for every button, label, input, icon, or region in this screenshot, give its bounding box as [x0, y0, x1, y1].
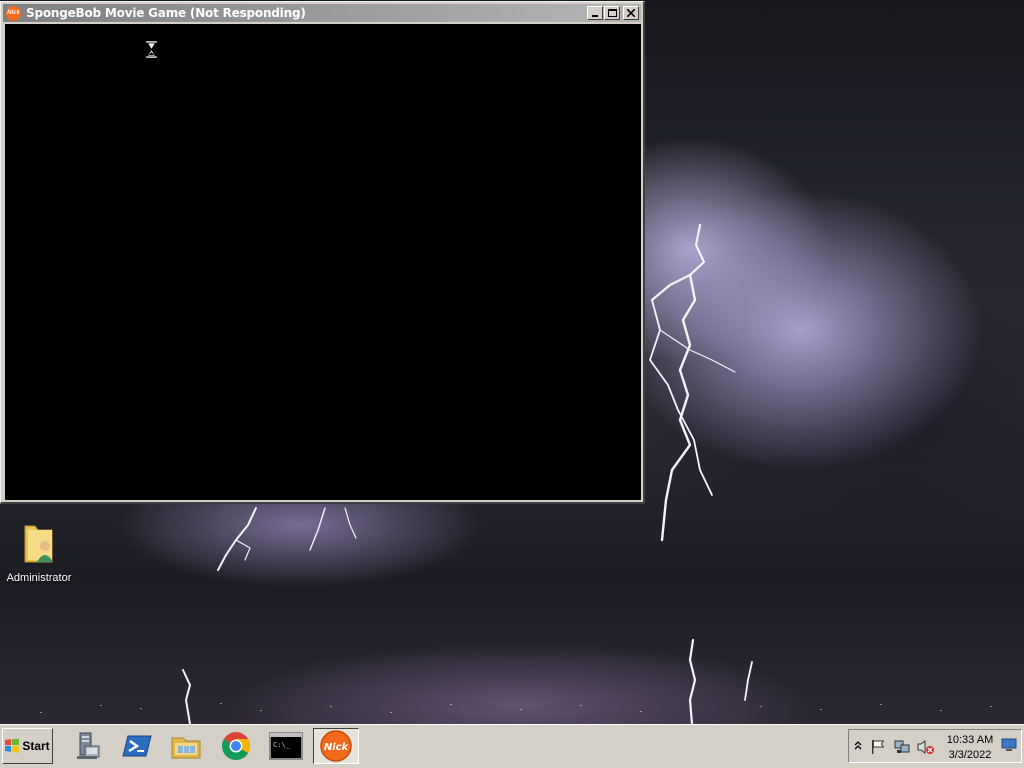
system-tray: 10:33 AM 3/3/2022: [848, 729, 1022, 763]
start-button[interactable]: Start: [2, 728, 53, 764]
cmd-glyph: C:\_: [273, 741, 291, 749]
minimize-button[interactable]: [587, 6, 603, 20]
chrome-icon: [222, 732, 250, 760]
taskbar-command-prompt[interactable]: C:\_: [263, 728, 309, 764]
minimize-icon: [592, 15, 598, 17]
desktop-icon-label: Administrator: [6, 572, 72, 584]
window-title: SpongeBob Movie Game (Not Responding): [26, 6, 306, 20]
clock-date: 3/3/2022: [948, 749, 992, 761]
taskbar-server-manager[interactable]: [64, 728, 110, 764]
hourglass-cursor-icon: [146, 41, 157, 58]
taskbar-spongebob-game[interactable]: Nick: [313, 728, 359, 764]
game-viewport[interactable]: [5, 24, 641, 500]
taskbar-chrome[interactable]: [213, 728, 259, 764]
maximize-icon: [607, 9, 617, 17]
windows-logo-icon: [5, 739, 20, 753]
clock[interactable]: 10:33 AM 3/3/2022: [945, 733, 995, 763]
window-title-bar[interactable]: Nick SpongeBob Movie Game (Not Respondin…: [3, 4, 641, 22]
taskbar-powershell[interactable]: [114, 728, 160, 764]
volume-muted-icon[interactable]: [917, 739, 935, 755]
show-desktop-icon[interactable]: [1001, 738, 1017, 752]
user-folder-icon: [24, 525, 53, 563]
folder-icon: [171, 737, 201, 759]
network-icon[interactable]: [894, 739, 910, 755]
taskbar: Start C:\_ Nick 10:33 AM 3/3/2022: [0, 724, 1024, 768]
clock-time: 10:33 AM: [946, 734, 994, 746]
server-manager-icon: [77, 732, 100, 759]
cmd-icon: C:\_: [269, 732, 303, 760]
show-hidden-icons-icon[interactable]: [853, 739, 863, 751]
desktop-icon-administrator[interactable]: Administrator: [4, 520, 74, 584]
taskbar-file-explorer[interactable]: [163, 728, 209, 764]
close-button[interactable]: [623, 6, 639, 20]
start-label: Start: [22, 739, 50, 753]
nick-logo-icon: Nick: [6, 5, 21, 21]
close-icon: [627, 9, 635, 17]
action-center-flag-icon[interactable]: [870, 739, 886, 755]
nick-icon: Nick: [320, 730, 352, 762]
nick-icon-text: Nick: [324, 742, 350, 753]
powershell-icon: [122, 735, 152, 757]
maximize-button[interactable]: [604, 6, 620, 20]
app-window[interactable]: Nick SpongeBob Movie Game (Not Respondin…: [0, 1, 645, 504]
